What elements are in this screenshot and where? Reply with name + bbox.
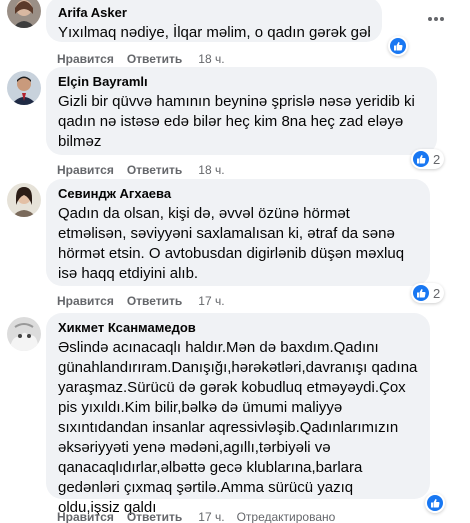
- comment-author[interactable]: Arifa Asker: [58, 5, 370, 21]
- avatar[interactable]: [7, 0, 41, 28]
- comment-actions: Нравится Ответить 17 ч.: [57, 293, 237, 309]
- comment-author[interactable]: Севиндж Агхаева: [58, 186, 418, 202]
- avatar[interactable]: [7, 183, 41, 217]
- comment-text: Əslində acınacaqlı haldır.Mən də baxdım.…: [58, 339, 418, 516]
- reaction-summary[interactable]: 2: [411, 149, 445, 169]
- reaction-count: 2: [433, 285, 441, 301]
- avatar[interactable]: [7, 317, 41, 351]
- like-icon: [390, 38, 406, 54]
- like-button[interactable]: Нравится: [57, 162, 114, 178]
- more-horizontal-icon: [428, 17, 444, 21]
- more-options-button[interactable]: [422, 5, 450, 33]
- comment-actions: Нравится Ответить 17 ч. Отредактировано: [57, 509, 335, 523]
- like-icon: [413, 285, 429, 301]
- comment-author[interactable]: Elçin Bayramlı: [58, 74, 425, 90]
- reply-button[interactable]: Ответить: [127, 51, 182, 67]
- like-button[interactable]: Нравится: [57, 509, 114, 523]
- comment-actions: Нравится Ответить 18 ч.: [57, 51, 237, 67]
- reaction-summary[interactable]: 2: [411, 283, 445, 303]
- avatar[interactable]: [7, 71, 41, 105]
- comment-actions: Нравится Ответить 18 ч.: [57, 162, 237, 178]
- comment-bubble: Севиндж Агхаева Qadın da olsan, kişi də,…: [46, 179, 430, 286]
- comment-timestamp[interactable]: 18 ч.: [198, 162, 224, 178]
- reaction-count: 2: [433, 151, 441, 167]
- comment-timestamp[interactable]: 18 ч.: [198, 51, 224, 67]
- comment-bubble: Хикмет Ксанмамедов Əslində acınacaqlı ha…: [46, 313, 430, 516]
- comment-text: Gizli bir qüvvə hamının beyninə şprislə …: [58, 93, 415, 150]
- like-icon: [413, 151, 429, 167]
- reply-button[interactable]: Ответить: [127, 509, 182, 523]
- comment-timestamp[interactable]: 17 ч.: [198, 293, 224, 309]
- comment-text: Qadın da olsan, kişi də, əvvəl özünə hör…: [58, 205, 405, 282]
- reaction-summary[interactable]: [425, 493, 445, 513]
- comment-timestamp[interactable]: 17 ч.: [198, 509, 224, 523]
- like-button[interactable]: Нравится: [57, 51, 114, 67]
- comment-text: Yıxılmaq nədiye, İlqar məlim, o qadın gə…: [58, 24, 370, 41]
- reaction-summary[interactable]: [388, 36, 408, 56]
- like-button[interactable]: Нравится: [57, 293, 114, 309]
- comment-bubble: Elçin Bayramlı Gizli bir qüvvə hamının b…: [46, 67, 437, 155]
- comment-bubble: Arifa Asker Yıxılmaq nədiye, İlqar məlim…: [46, 0, 382, 42]
- reply-button[interactable]: Ответить: [127, 293, 182, 309]
- reply-button[interactable]: Ответить: [127, 162, 182, 178]
- like-icon: [427, 495, 443, 511]
- comment-author[interactable]: Хикмет Ксанмамедов: [58, 320, 418, 336]
- edited-label[interactable]: Отредактировано: [237, 509, 336, 523]
